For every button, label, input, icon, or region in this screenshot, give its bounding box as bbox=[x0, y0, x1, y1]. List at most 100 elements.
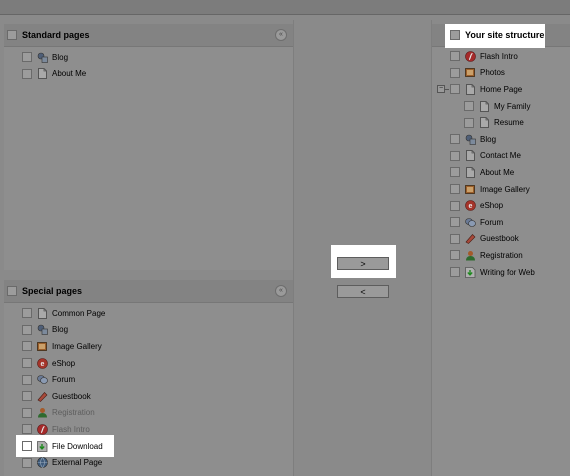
item-checkbox[interactable] bbox=[450, 167, 460, 178]
item-label: Common Page bbox=[52, 308, 106, 318]
standard-pages-panel: Standard pages « Blog About Me bbox=[4, 24, 293, 270]
site-structure-item[interactable]: My Family bbox=[432, 98, 570, 115]
item-checkbox[interactable] bbox=[22, 407, 32, 418]
item-checkbox[interactable] bbox=[22, 441, 32, 452]
site-structure-item[interactable]: Resume bbox=[432, 114, 570, 131]
site-structure-item[interactable]: About Me bbox=[432, 164, 570, 181]
item-label: Blog bbox=[480, 134, 497, 144]
item-checkbox[interactable] bbox=[22, 391, 32, 402]
page-icon bbox=[37, 68, 48, 80]
item-checkbox[interactable] bbox=[22, 308, 32, 319]
item-label: eShop bbox=[52, 358, 76, 368]
site-structure-item[interactable]: e eShop bbox=[432, 197, 570, 214]
svg-text:e: e bbox=[41, 361, 45, 368]
item-checkbox[interactable] bbox=[450, 184, 460, 195]
blog-icon bbox=[37, 52, 48, 63]
item-checkbox[interactable] bbox=[464, 101, 474, 112]
special-page-item[interactable]: e eShop bbox=[4, 355, 293, 372]
page-icon bbox=[465, 83, 476, 95]
item-label: Contact Me bbox=[480, 151, 521, 161]
item-checkbox[interactable] bbox=[22, 374, 32, 385]
site-structure-item[interactable]: Guestbook bbox=[432, 231, 570, 248]
item-label: File Download bbox=[52, 441, 103, 451]
item-label: Guestbook bbox=[52, 391, 91, 401]
forum-icon bbox=[37, 374, 48, 385]
item-checkbox[interactable] bbox=[450, 233, 460, 244]
registration-icon bbox=[37, 407, 48, 418]
image-gallery-icon bbox=[465, 184, 476, 195]
registration-icon bbox=[465, 250, 476, 261]
item-checkbox[interactable] bbox=[450, 134, 460, 145]
item-checkbox[interactable] bbox=[450, 67, 460, 78]
item-checkbox[interactable] bbox=[22, 52, 32, 63]
special-page-item[interactable]: Common Page bbox=[4, 305, 293, 322]
special-page-item[interactable]: Registration bbox=[4, 405, 293, 422]
site-structure-item[interactable]: Writing for Web bbox=[432, 264, 570, 281]
collapse-icon[interactable]: « bbox=[275, 285, 287, 297]
special-pages-list: Common Page Blog Image Gallery e eShop Forum G… bbox=[4, 303, 293, 471]
item-label: Flash Intro bbox=[480, 51, 518, 61]
standard-pages-header: Standard pages « bbox=[4, 24, 293, 47]
remove-from-structure-button[interactable]: < bbox=[337, 285, 389, 298]
special-page-item[interactable]: Forum bbox=[4, 371, 293, 388]
guestbook-icon bbox=[465, 233, 476, 245]
item-checkbox[interactable] bbox=[22, 324, 32, 335]
site-structure-item[interactable]: Blog bbox=[432, 131, 570, 148]
item-label: Forum bbox=[480, 217, 504, 227]
item-label: Guestbook bbox=[480, 234, 519, 244]
page-icon bbox=[479, 117, 490, 129]
item-label: External Page bbox=[52, 458, 103, 468]
file-download-icon bbox=[465, 266, 476, 278]
item-checkbox[interactable] bbox=[450, 267, 460, 278]
collapse-toggle-icon[interactable]: − bbox=[437, 85, 445, 94]
standard-pages-list: Blog About Me bbox=[4, 47, 293, 82]
item-checkbox[interactable] bbox=[450, 51, 460, 62]
standard-page-item[interactable]: About Me bbox=[4, 66, 293, 83]
item-checkbox[interactable] bbox=[450, 150, 460, 161]
special-pages-select-all-checkbox[interactable] bbox=[7, 286, 17, 296]
special-page-item[interactable]: Guestbook bbox=[4, 388, 293, 405]
item-checkbox[interactable] bbox=[450, 84, 460, 95]
special-page-item[interactable]: Image Gallery bbox=[4, 338, 293, 355]
standard-pages-select-all-checkbox[interactable] bbox=[7, 30, 17, 40]
item-checkbox[interactable] bbox=[22, 424, 32, 435]
item-label: Forum bbox=[52, 375, 76, 385]
item-checkbox[interactable] bbox=[450, 200, 460, 211]
item-checkbox[interactable] bbox=[450, 217, 460, 228]
special-page-item[interactable]: File Download bbox=[4, 434, 293, 457]
item-label: Home Page bbox=[480, 84, 523, 94]
item-label: Writing for Web bbox=[480, 267, 535, 277]
page-icon bbox=[479, 100, 490, 112]
site-structure-header: Your site structure bbox=[432, 24, 570, 48]
site-structure-item[interactable]: Image Gallery bbox=[432, 181, 570, 198]
svg-text:e: e bbox=[469, 203, 473, 210]
site-structure-select-all-checkbox[interactable] bbox=[450, 30, 460, 40]
add-to-structure-button[interactable]: > bbox=[337, 257, 389, 270]
item-checkbox[interactable] bbox=[22, 358, 32, 369]
eshop-icon: e bbox=[37, 357, 48, 369]
standard-page-item[interactable]: Blog bbox=[4, 49, 293, 66]
site-structure-item[interactable]: − Home Page bbox=[432, 81, 570, 98]
site-structure-item[interactable]: Contact Me bbox=[432, 148, 570, 165]
item-label: My Family bbox=[494, 101, 531, 111]
item-checkbox[interactable] bbox=[464, 117, 474, 128]
special-page-item[interactable]: Blog bbox=[4, 322, 293, 339]
item-label: Flash Intro bbox=[52, 424, 90, 434]
item-label: Registration bbox=[52, 408, 95, 418]
special-page-item[interactable]: External Page bbox=[4, 454, 293, 471]
collapse-icon[interactable]: « bbox=[275, 29, 287, 41]
site-structure-item[interactable]: Flash Intro bbox=[432, 48, 570, 65]
site-structure-item[interactable]: Forum bbox=[432, 214, 570, 231]
site-structure-item[interactable]: Registration bbox=[432, 247, 570, 264]
item-label: Photos bbox=[480, 68, 505, 78]
eshop-icon: e bbox=[465, 200, 476, 211]
item-checkbox[interactable] bbox=[450, 250, 460, 261]
standard-pages-title: Standard pages bbox=[22, 30, 90, 40]
site-structure-item[interactable]: Photos bbox=[432, 65, 570, 82]
top-bar bbox=[0, 0, 570, 15]
page-icon bbox=[37, 307, 48, 319]
item-checkbox[interactable] bbox=[22, 341, 32, 352]
item-checkbox[interactable] bbox=[22, 68, 32, 79]
page-icon bbox=[465, 150, 476, 162]
item-checkbox[interactable] bbox=[22, 457, 32, 468]
